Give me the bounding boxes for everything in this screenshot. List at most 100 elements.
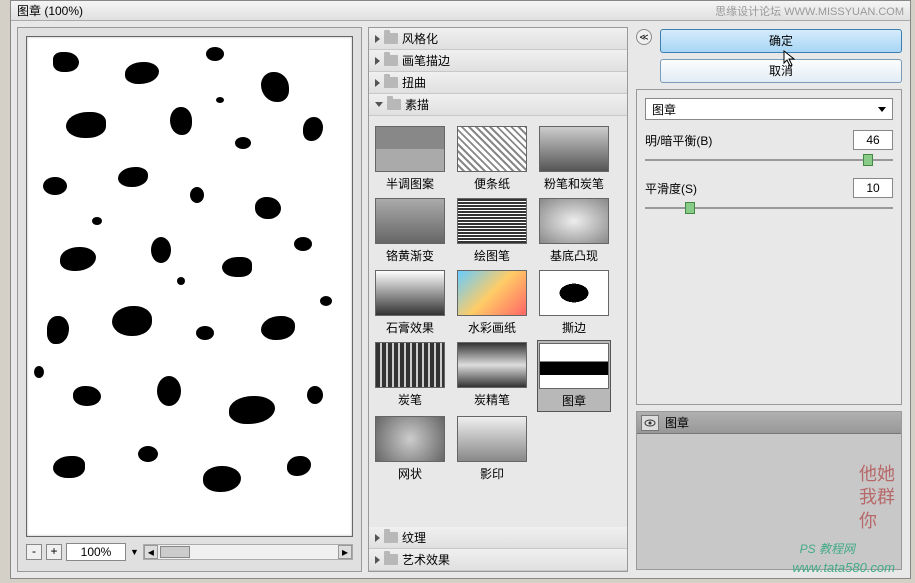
zoom-out-button[interactable]: -	[26, 544, 42, 560]
filter-dropdown[interactable]: 图章	[645, 98, 893, 120]
thumb-image	[457, 198, 527, 244]
thumb-label: 石膏效果	[386, 319, 434, 336]
thumb-炭笔[interactable]: 炭笔	[373, 340, 447, 412]
preview-scrollbar-h[interactable]: ◂ ▸	[143, 544, 353, 560]
scroll-left-icon[interactable]: ◂	[144, 545, 158, 559]
thumb-image	[375, 198, 445, 244]
layer-name: 图章	[665, 414, 689, 431]
slider-thumb[interactable]	[863, 154, 873, 166]
cancel-button[interactable]: 取消	[660, 59, 902, 83]
thumb-image	[539, 270, 609, 316]
tree-label: 纹理	[402, 529, 426, 546]
param-balance-value[interactable]: 46	[853, 130, 893, 150]
thumb-label: 网状	[398, 465, 422, 482]
thumb-image	[457, 126, 527, 172]
scroll-right-icon[interactable]: ▸	[338, 545, 352, 559]
thumb-image	[457, 416, 527, 462]
thumb-image	[375, 342, 445, 388]
dialog-window: 图章 (100%) 思缘设计论坛 WWW.MISSYUAN.COM	[10, 0, 911, 579]
tree-label: 风格化	[402, 30, 438, 47]
tree-stylize[interactable]: 风格化	[369, 28, 627, 50]
collapse-toggle[interactable]: ≪	[636, 29, 652, 45]
param-balance-row: 明/暗平衡(B) 46	[645, 130, 893, 150]
thumb-label: 水彩画纸	[468, 319, 516, 336]
thumb-便条纸[interactable]: 便条纸	[455, 124, 529, 194]
thumb-image	[375, 126, 445, 172]
dropdown-value: 图章	[652, 101, 676, 118]
thumb-网状[interactable]: 网状	[373, 414, 447, 484]
thumb-image	[539, 343, 609, 389]
scroll-thumb[interactable]	[160, 546, 190, 558]
right-pane: ≪ 确定 取消 图章 明/暗平衡(B) 46	[634, 27, 904, 572]
thumb-label: 粉笔和炭笔	[544, 175, 604, 192]
param-smooth-value[interactable]: 10	[853, 178, 893, 198]
tree-label: 艺术效果	[402, 551, 450, 568]
thumb-label: 撕边	[562, 319, 586, 336]
folder-icon	[384, 77, 398, 88]
triangle-right-icon	[375, 556, 380, 564]
tree-sketch[interactable]: 素描	[369, 94, 627, 116]
thumb-撕边[interactable]: 撕边	[537, 268, 611, 338]
chevron-down-icon	[878, 107, 886, 112]
thumb-绘图笔[interactable]: 绘图笔	[455, 196, 529, 266]
thumb-石膏效果[interactable]: 石膏效果	[373, 268, 447, 338]
zoom-value[interactable]: 100%	[66, 543, 126, 561]
preview-pane: - + 100% ▼ ◂ ▸	[17, 27, 362, 572]
param-balance-slider[interactable]	[645, 152, 893, 168]
tree-label: 画笔描边	[402, 52, 450, 69]
zoom-in-button[interactable]: +	[46, 544, 62, 560]
thumb-label: 便条纸	[474, 175, 510, 192]
settings-panel: 图章 明/暗平衡(B) 46 平滑度(S) 10	[636, 89, 902, 405]
tree-distort[interactable]: 扭曲	[369, 72, 627, 94]
thumb-基底凸现[interactable]: 基底凸现	[537, 196, 611, 266]
thumb-label: 基底凸现	[550, 247, 598, 264]
thumb-粉笔和炭笔[interactable]: 粉笔和炭笔	[537, 124, 611, 194]
thumb-炭精笔[interactable]: 炭精笔	[455, 340, 529, 412]
thumb-label: 影印	[480, 465, 504, 482]
preview-canvas[interactable]	[26, 36, 353, 537]
thumb-label: 半调图案	[386, 175, 434, 192]
folder-icon	[384, 55, 398, 66]
effect-layers-panel: 图章	[636, 411, 902, 570]
triangle-down-icon	[375, 102, 383, 107]
thumb-label: 绘图笔	[474, 247, 510, 264]
triangle-right-icon	[375, 35, 380, 43]
thumb-label: 图章	[562, 392, 586, 409]
param-smooth-slider[interactable]	[645, 200, 893, 216]
tree-artistic[interactable]: 艺术效果	[369, 549, 627, 571]
folder-icon	[384, 554, 398, 565]
triangle-right-icon	[375, 57, 380, 65]
thumbnails-area: 半调图案 便条纸 粉笔和炭笔铬黄渐变 绘图笔 基底凸现石膏效果 水彩画纸 撕边炭笔 炭精笔 图章…	[369, 116, 627, 527]
triangle-right-icon	[375, 79, 380, 87]
thumb-影印[interactable]: 影印	[455, 414, 529, 484]
slider-thumb[interactable]	[685, 202, 695, 214]
thumb-label: 炭笔	[398, 391, 422, 408]
folder-icon	[384, 532, 398, 543]
thumb-label: 炭精笔	[474, 391, 510, 408]
thumb-图章[interactable]: 图章	[537, 340, 611, 412]
visibility-eye-icon[interactable]	[641, 415, 659, 431]
credit-text: 思缘设计论坛 WWW.MISSYUAN.COM	[715, 3, 904, 19]
titlebar[interactable]: 图章 (100%) 思缘设计论坛 WWW.MISSYUAN.COM	[11, 1, 910, 21]
param-smooth-row: 平滑度(S) 10	[645, 178, 893, 198]
tree-texture[interactable]: 纹理	[369, 527, 627, 549]
thumb-半调图案[interactable]: 半调图案	[373, 124, 447, 194]
tree-brush[interactable]: 画笔描边	[369, 50, 627, 72]
triangle-right-icon	[375, 534, 380, 542]
filter-gallery-pane: 风格化 画笔描边 扭曲 素描 半调图案 便条纸 粉笔和炭笔铬黄渐变 绘图笔 基底凸现石膏…	[368, 27, 628, 572]
tree-label: 素描	[405, 96, 429, 113]
tree-label: 扭曲	[402, 74, 426, 91]
preview-footer: - + 100% ▼ ◂ ▸	[26, 541, 353, 563]
layer-row[interactable]: 图章	[637, 412, 901, 434]
ok-button[interactable]: 确定	[660, 29, 902, 53]
folder-icon	[384, 33, 398, 44]
thumb-image	[375, 270, 445, 316]
thumb-image	[539, 198, 609, 244]
folder-icon	[387, 99, 401, 110]
thumb-label: 铬黄渐变	[386, 247, 434, 264]
thumb-铬黄渐变[interactable]: 铬黄渐变	[373, 196, 447, 266]
thumb-水彩画纸[interactable]: 水彩画纸	[455, 268, 529, 338]
zoom-dropdown-icon[interactable]: ▼	[130, 547, 139, 557]
window-title: 图章 (100%)	[17, 2, 83, 19]
param-label: 平滑度(S)	[645, 180, 697, 197]
